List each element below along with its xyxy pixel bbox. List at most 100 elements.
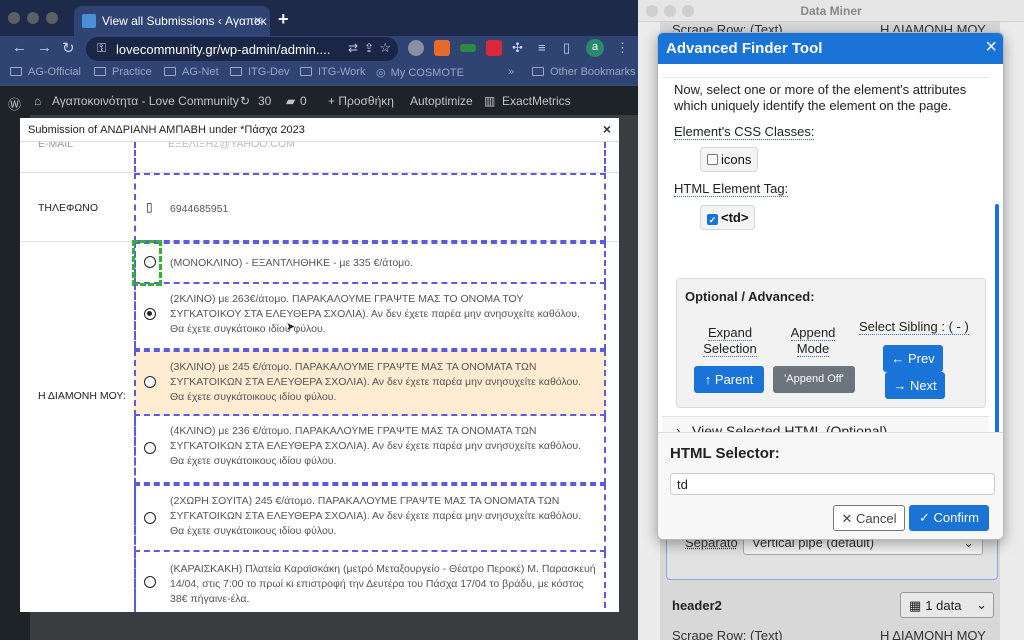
reading-list-icon[interactable]: ≡ bbox=[538, 40, 546, 55]
reload-icon[interactable]: ↻ bbox=[62, 39, 75, 57]
view-html-accordion[interactable]: › View Selected HTML (Optional) bbox=[662, 416, 989, 432]
radio-button[interactable] bbox=[144, 512, 156, 524]
modal-header: Submission of ΑΝΔΡΙΑΝΗ ΑΜΠΑΒΗ under *Πάσ… bbox=[20, 118, 619, 142]
minimize-window-icon[interactable] bbox=[664, 5, 676, 17]
option-label: (ΚΑΡΑΙΣΚΑΚΗ) Πλατεία Καραϊσκάκη (μετρό Μ… bbox=[170, 563, 596, 605]
extensions-puzzle-icon[interactable]: ✣ bbox=[512, 40, 523, 56]
column-header-name: header2 bbox=[672, 598, 722, 613]
parent-button[interactable]: ↑ Parent bbox=[694, 366, 764, 393]
bookmark-item[interactable]: ITG-Work bbox=[300, 66, 365, 78]
forward-icon[interactable]: → bbox=[37, 39, 52, 56]
bookmark-item[interactable]: AG-Net bbox=[164, 66, 219, 78]
append-mode-button[interactable]: 'Append Off' bbox=[773, 366, 855, 393]
bookmark-item[interactable]: Practice bbox=[94, 66, 152, 78]
chevron-down-icon: ⌄ bbox=[976, 597, 987, 612]
comments-count[interactable]: 0 bbox=[300, 94, 307, 108]
close-window-icon[interactable] bbox=[646, 5, 658, 17]
bookmark-item[interactable]: AG-Official bbox=[10, 66, 81, 78]
updates-count[interactable]: 30 bbox=[258, 94, 271, 108]
data-count-button[interactable]: ▦ 1 data ⌄ bbox=[900, 592, 994, 618]
radio-option[interactable]: (ΜΟΝΟΚΛΙΝΟ) - ΕΞΑΝΤΛΗΘΗΚΕ - με 335 €/άτο… bbox=[134, 242, 606, 284]
bookmark-item[interactable]: ITG-Dev bbox=[230, 66, 290, 78]
selector-input[interactable] bbox=[670, 473, 995, 495]
share-icon[interactable]: ⇪ bbox=[364, 41, 374, 55]
extension-green-icon[interactable] bbox=[460, 44, 476, 52]
folder-icon bbox=[164, 67, 176, 76]
tab-title: View all Submissions ‹ Αγαποκ bbox=[102, 14, 267, 28]
bookmark-star-icon[interactable]: ☆ bbox=[379, 40, 391, 56]
submission-modal: Submission of ΑΝΔΡΙΑΝΗ ΑΜΠΑΒΗ under *Πάσ… bbox=[20, 118, 619, 612]
back-icon[interactable]: ← bbox=[12, 39, 27, 56]
data-miner-title: Data Miner bbox=[800, 4, 862, 18]
extension-g-icon[interactable] bbox=[408, 40, 424, 56]
radio-button[interactable] bbox=[144, 442, 156, 454]
wordpress-logo-icon[interactable]: Ⓦ bbox=[8, 94, 21, 113]
radio-option[interactable]: (ΚΑΡΑΙΣΚΑΚΗ) Πλατεία Καραϊσκάκη (μετρό Μ… bbox=[134, 552, 606, 612]
option-label: (ΜΟΝΟΚΛΙΝΟ) - ΕΞΑΝΤΛΗΘΗΚΕ - με 335 €/άτο… bbox=[170, 257, 413, 269]
maximize-window-icon[interactable] bbox=[682, 5, 694, 17]
dialog-footer: HTML Selector: ✕ Cancel ✓ Confirm bbox=[658, 432, 1003, 539]
table-row: E-MAIL ΕΞΕΛΙΞΗΣ@YAHOO.COM bbox=[20, 142, 619, 173]
minimize-window-icon[interactable] bbox=[27, 12, 39, 24]
radio-option[interactable]: (3ΚΛΙΝΟ) με 245 €/άτομο. ΠΑΡΑΚΑΛΟΥΜΕ ΓΡΑ… bbox=[134, 350, 606, 416]
close-window-icon[interactable] bbox=[8, 12, 20, 24]
site-favicon-icon bbox=[82, 14, 96, 28]
radio-button[interactable] bbox=[144, 576, 156, 588]
folder-icon bbox=[300, 67, 312, 76]
scrollbar[interactable] bbox=[995, 204, 999, 432]
chart-icon: ▥ bbox=[484, 94, 496, 108]
extension-brave-icon[interactable] bbox=[434, 40, 450, 56]
html-tag-chip[interactable]: ✓ <td> bbox=[700, 205, 756, 230]
address-bar[interactable]: ⚿ lovecommunity.gr/wp-admin/admin.... ⇄ … bbox=[86, 37, 398, 61]
bookmarks-bar: AG-Official Practice AG-Net ITG-Dev ITG-… bbox=[0, 62, 638, 86]
radio-option[interactable]: (2ΧΩΡΗ ΣΟΥΙΤΑ) 245 €/άτομο. ΠΑΡΑΚΑΛΟΥΜΕ … bbox=[134, 484, 606, 552]
folder-icon bbox=[94, 67, 106, 76]
browser-tab[interactable]: View all Submissions ‹ Αγαποκ × bbox=[74, 6, 270, 36]
radio-option[interactable]: (4ΚΛΙΝΟ) με 236 €/άτομο. ΠΑΡΑΚΑΛΟΥΜΕ ΓΡΑ… bbox=[134, 416, 606, 484]
wp-new-link[interactable]: + Προσθήκη bbox=[328, 94, 394, 108]
next-sibling-button[interactable]: → Next bbox=[885, 372, 945, 399]
tab-close-icon[interactable]: × bbox=[254, 12, 262, 28]
profile-avatar[interactable]: a bbox=[586, 39, 604, 57]
translate-icon[interactable]: ⇄ bbox=[348, 41, 358, 55]
radio-option[interactable]: (2ΚΛΙΝΟ) με 263€/άτομο. ΠΑΡΑΚΑΛΟΥΜΕ ΓΡΑΨ… bbox=[134, 284, 606, 350]
css-class-chip[interactable]: icons bbox=[700, 147, 759, 172]
table-icon: ▦ bbox=[909, 598, 922, 613]
new-tab-icon[interactable]: + bbox=[278, 9, 289, 30]
other-bookmarks[interactable]: Other Bookmarks bbox=[532, 66, 636, 78]
advanced-finder-dialog: Advanced Finder Tool × Now, select one o… bbox=[657, 32, 1004, 540]
confirm-button[interactable]: ✓ Confirm bbox=[909, 505, 989, 531]
instructions-text: Now, select one or more of the element's… bbox=[674, 82, 967, 113]
sidebar-icon[interactable]: ▯ bbox=[563, 40, 570, 56]
field-label: E-MAIL bbox=[38, 142, 74, 150]
url-text: lovecommunity.gr/wp-admin/admin.... bbox=[116, 42, 331, 57]
wp-site-name[interactable]: Αγαποκοινότητα - Love Community bbox=[52, 94, 239, 108]
folder-icon bbox=[230, 67, 242, 76]
wp-autoptimize-link[interactable]: Autoptimize bbox=[410, 94, 473, 108]
maximize-window-icon[interactable] bbox=[46, 12, 58, 24]
divider bbox=[662, 64, 989, 78]
dialog-header: Advanced Finder Tool × bbox=[658, 33, 1003, 64]
wp-exactmetrics-link[interactable]: ExactMetrics bbox=[502, 94, 571, 108]
menu-kebab-icon[interactable]: ⋮ bbox=[616, 40, 629, 56]
cancel-button[interactable]: ✕ Cancel bbox=[833, 505, 905, 531]
option-label: (3ΚΛΙΝΟ) με 245 €/άτομο. ΠΑΡΑΚΑΛΟΥΜΕ ΓΡΑ… bbox=[170, 361, 582, 403]
extension-red-arrow-icon[interactable] bbox=[486, 40, 502, 56]
advanced-title: Optional / Advanced: bbox=[685, 289, 815, 304]
option-label: (2ΧΩΡΗ ΣΟΥΙΤΑ) 245 €/άτομο. ΠΑΡΑΚΑΛΟΥΜΕ … bbox=[170, 495, 582, 537]
close-icon[interactable]: × bbox=[985, 36, 997, 59]
checkbox-unchecked[interactable] bbox=[707, 154, 718, 165]
radio-button[interactable] bbox=[144, 376, 156, 388]
modal-title: Submission of ΑΝΔΡΙΑΝΗ ΑΜΠΑΒΗ under *Πάσ… bbox=[28, 124, 305, 136]
prev-sibling-button[interactable]: ← Prev bbox=[883, 345, 943, 372]
modal-close-icon[interactable]: × bbox=[603, 121, 611, 137]
hovered-element-outline bbox=[132, 240, 162, 286]
radio-button-selected[interactable] bbox=[144, 308, 156, 320]
checkbox-checked-icon[interactable]: ✓ bbox=[707, 214, 718, 225]
expand-selection-label: Expand Selection bbox=[703, 325, 757, 357]
field-label: ΤΗΛΕΦΩΝΟ bbox=[38, 202, 98, 214]
bookmarks-overflow[interactable]: » bbox=[508, 66, 514, 78]
option-label: (4ΚΛΙΝΟ) με 236 €/άτομο. ΠΑΡΑΚΑΛΟΥΜΕ ΓΡΑ… bbox=[170, 425, 582, 467]
browser-window: View all Submissions ‹ Αγαποκ × + ← → ↻ … bbox=[0, 0, 638, 640]
bookmark-item[interactable]: ◎ My COSMOTE bbox=[376, 66, 464, 79]
